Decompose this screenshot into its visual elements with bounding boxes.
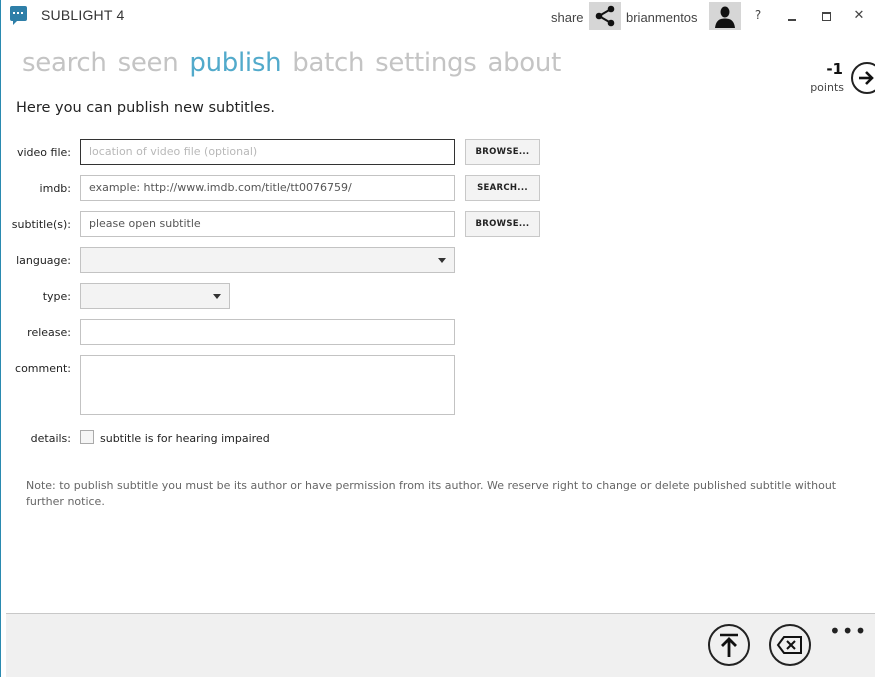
- video-file-input[interactable]: location of video file (optional): [80, 139, 455, 165]
- minimize-button[interactable]: [785, 8, 799, 24]
- points-label: points: [810, 81, 844, 94]
- nav-seen[interactable]: seen: [118, 45, 179, 81]
- imdb-search-button[interactable]: SEARCH...: [465, 175, 540, 201]
- page-intro: Here you can publish new subtitles.: [16, 100, 275, 116]
- details-label: details:: [30, 432, 71, 445]
- subtitles-input[interactable]: please open subtitle: [80, 211, 455, 237]
- close-button[interactable]: ✕: [852, 8, 866, 24]
- help-button[interactable]: ?: [751, 8, 765, 24]
- arrow-right-icon: [859, 71, 874, 85]
- release-input[interactable]: [80, 319, 455, 345]
- backspace-icon: [776, 636, 802, 654]
- share-icon: [595, 5, 615, 27]
- nav-batch[interactable]: batch: [292, 45, 364, 81]
- upload-icon: [720, 633, 738, 657]
- subtitles-value: please open subtitle: [89, 217, 201, 230]
- comment-textarea[interactable]: [80, 355, 455, 415]
- clear-form-button[interactable]: [769, 624, 811, 666]
- video-file-placeholder: location of video file (optional): [89, 145, 258, 158]
- main-nav: search seen publish batch settings about: [22, 45, 561, 81]
- nav-publish[interactable]: publish: [189, 45, 281, 81]
- nav-settings[interactable]: settings: [375, 45, 477, 81]
- app-window: SUBLIGHT 4 share brianmentos ? ✕ search …: [0, 0, 875, 677]
- title-bar: SUBLIGHT 4 share brianmentos ? ✕: [1, 0, 875, 32]
- browse-video-button[interactable]: BROWSE...: [465, 139, 540, 165]
- imdb-label: imdb:: [39, 182, 71, 195]
- app-logo-icon: [10, 6, 27, 25]
- maximize-button[interactable]: [819, 8, 833, 24]
- hearing-impaired-checkbox[interactable]: [80, 430, 94, 444]
- chevron-down-icon: [438, 258, 446, 263]
- share-label[interactable]: share: [551, 10, 584, 25]
- publish-upload-button[interactable]: [708, 624, 750, 666]
- language-select[interactable]: [80, 247, 455, 273]
- app-title: SUBLIGHT 4: [41, 7, 125, 23]
- imdb-placeholder: example: http://www.imdb.com/title/tt007…: [89, 181, 352, 194]
- video-file-label: video file:: [16, 146, 71, 159]
- account-button[interactable]: [709, 2, 741, 30]
- language-label: language:: [16, 254, 71, 267]
- points-value: -1: [826, 60, 843, 78]
- points-next-button[interactable]: [851, 62, 875, 94]
- nav-search[interactable]: search: [22, 45, 107, 81]
- browse-subtitle-button[interactable]: BROWSE...: [465, 211, 540, 237]
- share-button[interactable]: [589, 2, 621, 30]
- nav-about[interactable]: about: [487, 45, 561, 81]
- type-label: type:: [42, 290, 71, 303]
- type-select[interactable]: [80, 283, 230, 309]
- username-label[interactable]: brianmentos: [626, 10, 698, 25]
- comment-label: comment:: [15, 362, 71, 375]
- release-label: release:: [27, 326, 71, 339]
- imdb-input[interactable]: example: http://www.imdb.com/title/tt007…: [80, 175, 455, 201]
- hearing-impaired-label[interactable]: subtitle is for hearing impaired: [100, 432, 270, 445]
- chevron-down-icon: [213, 294, 221, 299]
- subtitles-label: subtitle(s):: [11, 218, 71, 231]
- user-icon: [715, 6, 735, 28]
- publish-note: Note: to publish subtitle you must be it…: [26, 479, 837, 508]
- more-options-button[interactable]: •••: [829, 621, 866, 641]
